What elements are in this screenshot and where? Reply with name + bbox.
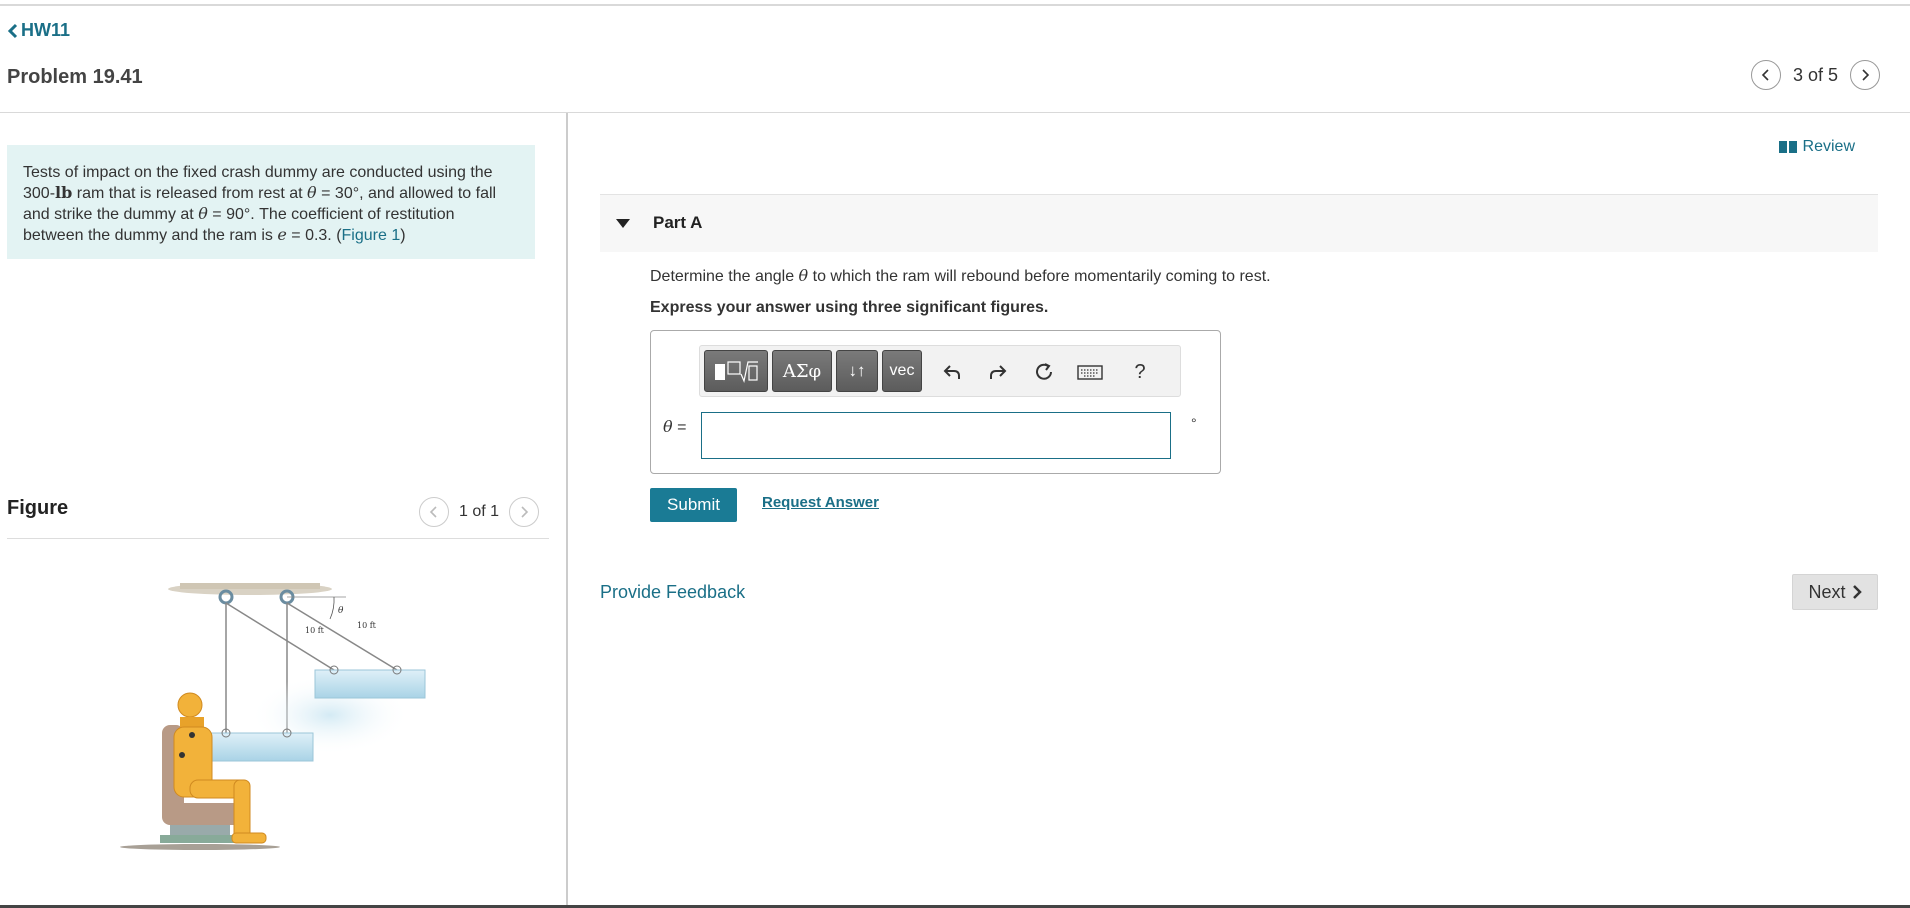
next-problem-button[interactable] — [1850, 60, 1880, 90]
answer-variable-label: θ = — [663, 417, 686, 437]
back-link[interactable]: HW11 — [7, 20, 70, 41]
length-label: 10 ft — [357, 621, 377, 630]
question-part: Determine the angle — [650, 268, 799, 285]
answer-input[interactable] — [701, 412, 1171, 459]
statement-text: Tests of impact on the fixed crash dummy… — [23, 164, 493, 181]
reset-icon — [1036, 363, 1052, 380]
next-figure-button[interactable] — [509, 497, 540, 527]
top-divider — [0, 4, 1910, 6]
statement-text: ) — [400, 227, 406, 244]
problem-statement: Tests of impact on the fixed crash dummy… — [7, 145, 535, 259]
question-text: Determine the angle θ to which the ram w… — [650, 266, 1271, 286]
problem-pager-text: 3 of 5 — [1792, 64, 1838, 85]
figure-pager-text: 1 of 1 — [459, 503, 500, 520]
problem-pager: 3 of 5 — [1750, 60, 1880, 90]
crash-dummy-figure: θ 10 ft 10 ft — [120, 583, 426, 850]
theta-symbol: θ — [798, 266, 809, 285]
part-a-title: Part A — [653, 213, 703, 232]
book-icon — [1778, 141, 1797, 153]
chevron-left-icon — [1761, 69, 1769, 81]
help-button[interactable]: ? — [1124, 354, 1156, 390]
chevron-right-icon — [521, 506, 529, 518]
part-a-header[interactable]: Part A — [600, 194, 1878, 252]
weight-unit: lb — [55, 183, 73, 202]
figure-header: Figure — [7, 497, 69, 519]
statement-text: = 0.3. ( — [286, 227, 342, 244]
figure-link[interactable]: Figure 1 — [342, 227, 401, 244]
previous-figure-button[interactable] — [419, 497, 449, 527]
vector-button[interactable]: vec — [882, 350, 922, 392]
answer-instruction: Express your answer using three signific… — [650, 299, 1049, 316]
request-answer-link[interactable]: Request Answer — [762, 494, 879, 511]
symbols-button[interactable]: ΑΣφ — [772, 350, 832, 392]
reset-button[interactable] — [1028, 354, 1060, 390]
statement-text: 300- — [23, 185, 56, 202]
subscript-superscript-button[interactable]: ↓↑ — [836, 350, 878, 392]
theta-symbol: θ — [198, 204, 208, 223]
statement-text: ram that is released from rest at — [72, 185, 308, 202]
header-divider — [0, 112, 1910, 113]
theta-symbol: θ — [307, 183, 317, 202]
chevron-left-icon — [7, 23, 18, 38]
problem-title: Problem 19.41 — [7, 66, 143, 88]
length-label: 10 ft — [305, 626, 325, 635]
templates-button[interactable] — [704, 350, 768, 392]
redo-icon — [990, 365, 1007, 379]
theta-symbol: θ — [663, 417, 673, 436]
next-button[interactable]: Next — [1792, 574, 1878, 610]
provide-feedback-link[interactable]: Provide Feedback — [600, 582, 745, 603]
back-link-label: HW11 — [21, 20, 71, 40]
keyboard-icon — [1077, 365, 1103, 380]
figure-divider — [7, 538, 549, 539]
math-toolbar: ΑΣφ ↓↑ vec ? — [699, 345, 1181, 397]
review-label: Review — [1802, 138, 1855, 155]
panel-divider[interactable] — [566, 113, 568, 908]
templates-icon — [715, 361, 758, 383]
angle-label: θ — [338, 606, 344, 616]
equals-sign: = — [672, 419, 687, 436]
redo-button[interactable] — [982, 354, 1014, 390]
chevron-left-icon — [429, 506, 437, 518]
degree-unit: ° — [1191, 415, 1197, 431]
next-label: Next — [1808, 581, 1846, 602]
figure-pager: 1 of 1 — [419, 497, 540, 527]
undo-button[interactable] — [936, 354, 968, 390]
keyboard-button[interactable] — [1074, 354, 1106, 390]
undo-icon — [943, 365, 960, 379]
chevron-right-icon — [1862, 69, 1870, 81]
chevron-right-icon — [1852, 585, 1862, 599]
submit-button[interactable]: Submit — [650, 488, 737, 522]
answer-editor: ΑΣφ ↓↑ vec ? θ = ° — [650, 330, 1221, 474]
previous-problem-button[interactable] — [1750, 60, 1781, 90]
e-symbol: e — [277, 225, 287, 244]
collapse-triangle-icon — [616, 219, 630, 228]
question-part: to which the ram will rebound before mom… — [808, 268, 1271, 285]
review-link[interactable]: Review — [1778, 138, 1855, 156]
